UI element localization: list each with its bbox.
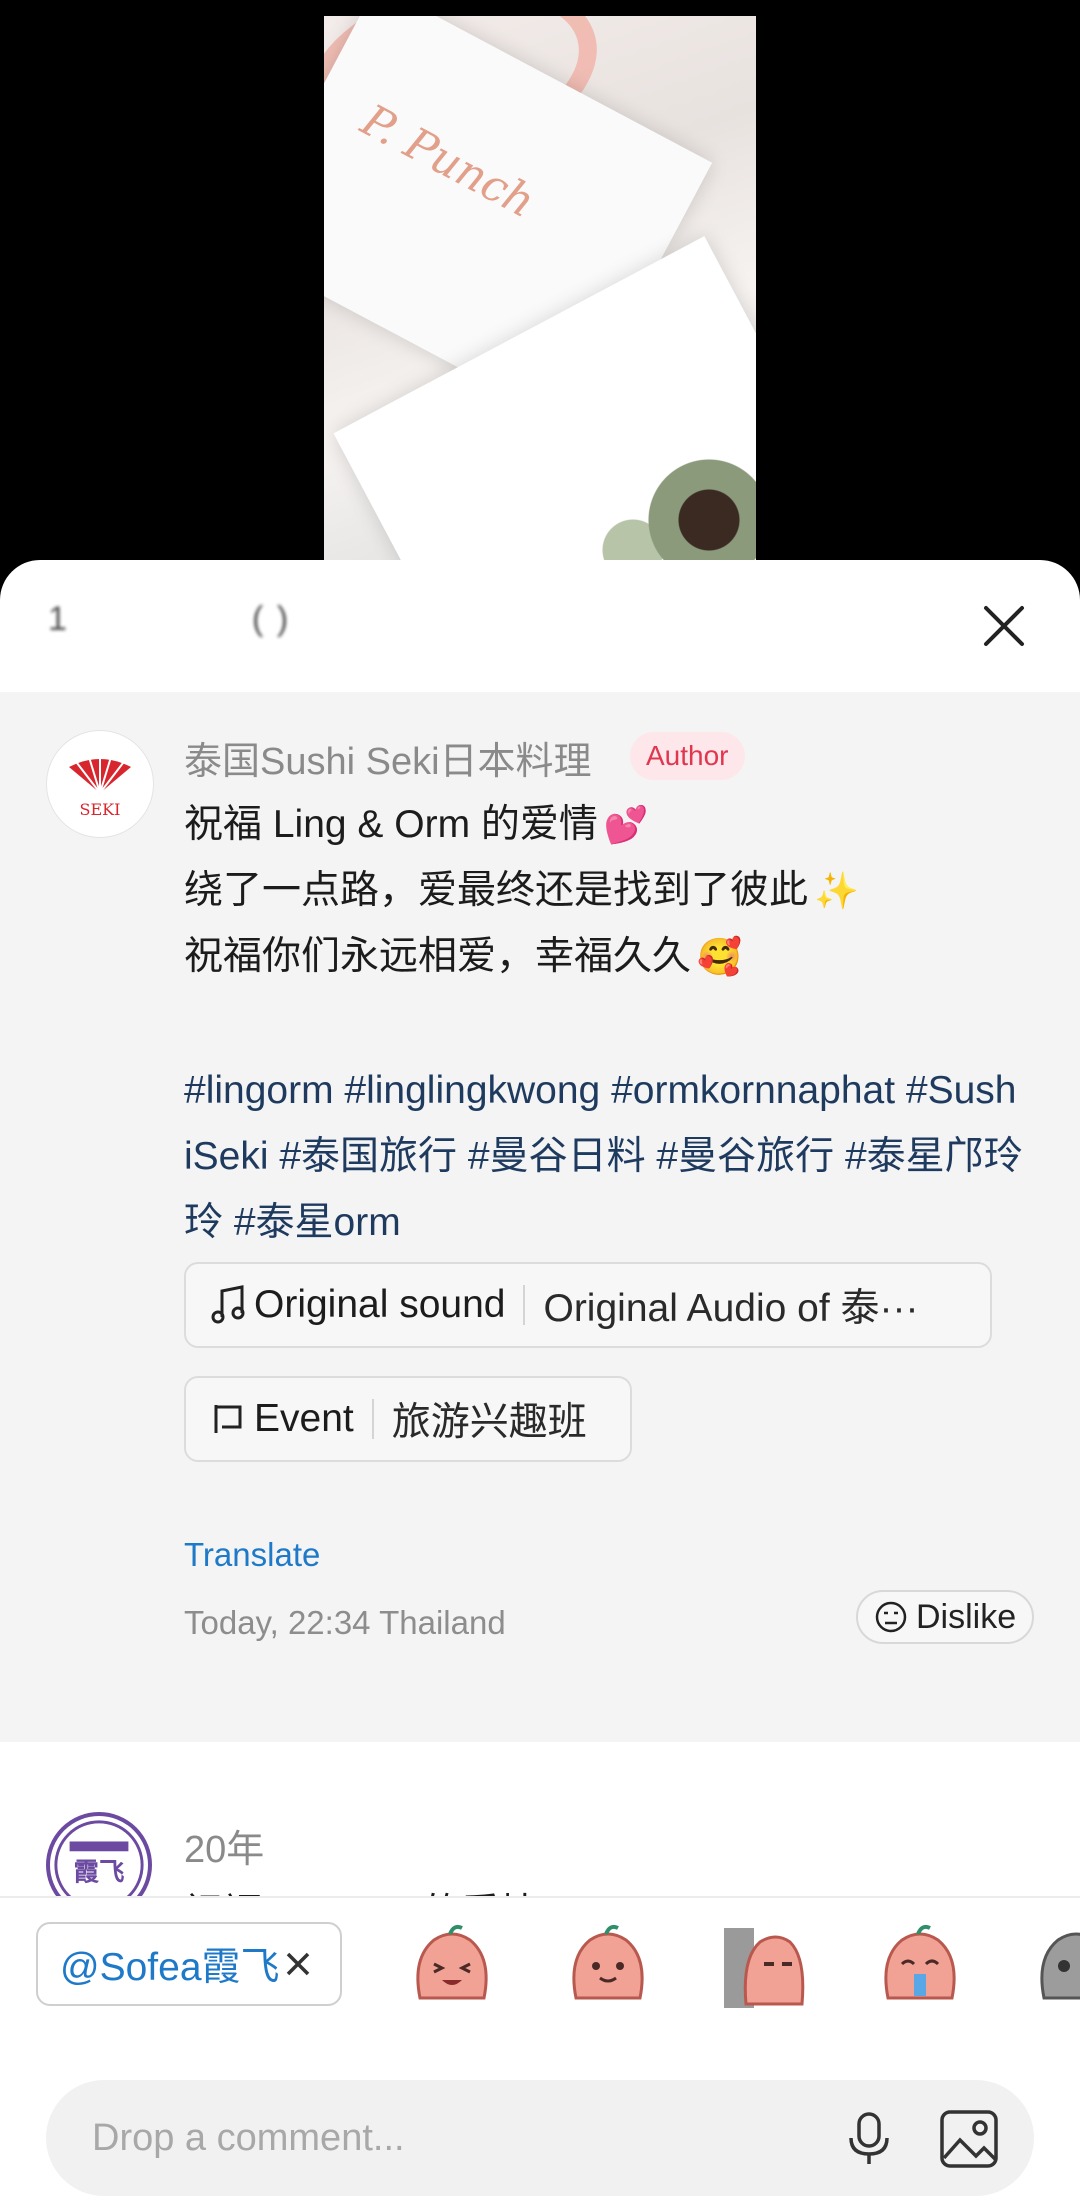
close-icon[interactable] (978, 600, 1030, 652)
comment-timestamp: Today, 22:34 Thailand (184, 1604, 506, 1641)
smiling-sticker-icon[interactable] (560, 1918, 656, 2014)
laughing-sticker-icon[interactable] (404, 1918, 500, 2014)
event-label: Event (254, 1397, 354, 1440)
svg-text:SEKI: SEKI (80, 800, 121, 819)
seki-logo-icon: SEKI (69, 755, 131, 819)
video-flowers (576, 430, 756, 570)
divider (523, 1285, 526, 1325)
mention-text: @Sofea霞飞 (60, 1946, 280, 1989)
sound-label: Original sound (254, 1283, 506, 1326)
video-preview[interactable]: P. Punch (324, 16, 756, 570)
dislike-label: Dislike (916, 1597, 1017, 1636)
comment-input[interactable] (90, 2115, 814, 2161)
event-chip[interactable]: Event 旅游兴趣班 (184, 1376, 632, 1462)
pinned-author-comment: SEKI 泰国Sushi Seki日本料理 Author 祝福 Ling & O… (0, 692, 1080, 1742)
gray-sticker-icon[interactable] (1028, 1918, 1080, 2014)
event-value: 旅游兴趣班 (391, 1401, 587, 1444)
svg-text:霞飞: 霞飞 (74, 1858, 125, 1888)
comment-body: 祝福 Ling & Orm 的爱情 💕 绕了一点路，爱最终还是找到了彼此 ✨ 祝福你… (184, 792, 1024, 990)
dislike-face-icon (875, 1601, 907, 1633)
original-sound-chip[interactable]: Original sound Original Audio of 泰··· (184, 1262, 992, 1348)
sheet-title: 1 ( ) (48, 600, 291, 638)
remove-mention-icon[interactable] (278, 1944, 318, 1984)
comment-line: 祝福 Ling & Orm 的爱情 💕 (184, 803, 649, 846)
mention-chip[interactable]: @Sofea霞飞 (36, 1922, 342, 2006)
comment-line: 绕了一点路，爱最终还是找到了彼此 ✨ (184, 869, 859, 912)
author-badge: Author (630, 732, 745, 780)
comment-line: 祝福你们永远相爱，幸福久久 🥰 (184, 935, 742, 978)
divider (371, 1399, 374, 1439)
comment-input-bar (46, 2080, 1034, 2196)
comments-sheet: 1 ( ) SEKI 泰国Sushi Seki日本料理 Author 祝福 Li… (0, 560, 1080, 2198)
comment-username[interactable]: 泰国Sushi Seki日本料理 (184, 730, 592, 785)
crying-sticker-icon[interactable] (872, 1918, 968, 2014)
sound-value: Original Audio of 泰··· (543, 1287, 919, 1330)
comment-composer: @Sofea霞飞 (0, 1896, 1080, 2198)
dislike-button[interactable]: Dislike (856, 1590, 1035, 1644)
translate-link[interactable]: Translate (184, 1536, 320, 1574)
event-flag-icon (214, 1405, 242, 1433)
image-icon[interactable] (938, 2108, 1000, 2170)
comment-hashtags[interactable]: #lingorm #linglingkwong #ormkornnaphat #… (184, 1058, 1024, 1256)
music-note-icon (211, 1285, 245, 1324)
peeking-sticker-icon[interactable] (716, 1918, 812, 2014)
sheet-header: 1 ( ) (0, 560, 1080, 692)
microphone-icon[interactable] (844, 2110, 894, 2168)
author-avatar[interactable]: SEKI (46, 730, 154, 838)
reply-username[interactable]: 20年 (184, 1818, 264, 1873)
